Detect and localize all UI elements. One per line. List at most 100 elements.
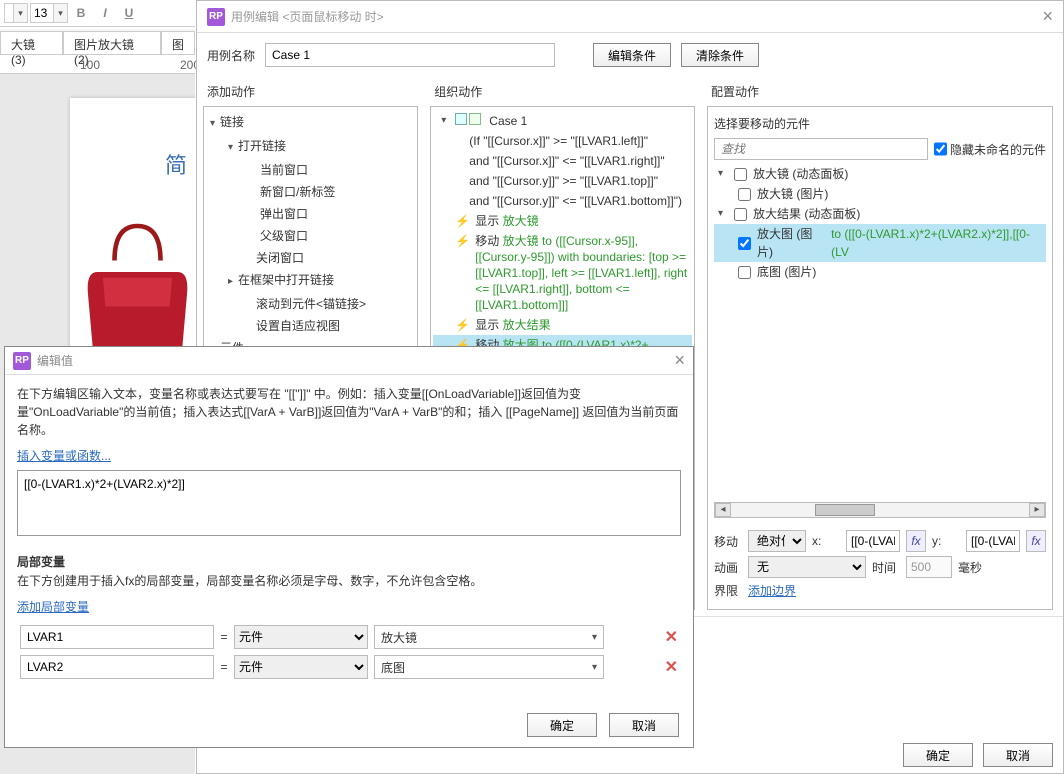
widget-tree-leaf-selected[interactable]: 放大图 (图片) to ([[0-(LVAR1.x)*2+(LVAR2.x)*2…	[714, 224, 1046, 262]
tree-leaf[interactable]: 滚动到元件<锚链接>	[206, 293, 415, 315]
widget-check[interactable]	[734, 168, 747, 181]
organize-actions-header: 组织动作	[424, 77, 701, 106]
italic-icon[interactable]: I	[94, 2, 116, 24]
edit-condition-button[interactable]: 编辑条件	[593, 43, 671, 67]
tree-leaf[interactable]: 父级窗口	[206, 225, 415, 247]
duration-unit: 毫秒	[958, 559, 982, 576]
action-row[interactable]: ⚡ 显示 放大结果	[433, 315, 692, 335]
close-icon[interactable]: ×	[674, 350, 685, 371]
add-actions-header: 添加动作	[197, 77, 424, 106]
ruler: 100 200	[0, 56, 195, 74]
expression-textarea[interactable]: [[0-(LVAR1.x)*2+(LVAR2.x)*2]]	[17, 470, 681, 536]
tree-leaf[interactable]: 新窗口/新标签	[206, 181, 415, 203]
chevron-down-icon[interactable]: ▾	[441, 113, 451, 129]
tree-node-links[interactable]: ▾链接	[206, 111, 415, 135]
ok-button[interactable]: 确定	[903, 743, 973, 767]
widget-check[interactable]	[734, 208, 747, 221]
tree-leaf[interactable]: 弹出窗口	[206, 203, 415, 225]
fx-button-y[interactable]: fx	[1026, 530, 1046, 552]
widget-check[interactable]	[738, 237, 751, 250]
equals-sign: =	[217, 625, 231, 649]
fontsize-combo[interactable]: ▾	[30, 3, 68, 23]
clear-condition-button[interactable]: 清除条件	[681, 43, 759, 67]
chevron-right-icon[interactable]: ▸	[228, 273, 238, 291]
chevron-down-icon: ▾	[592, 632, 597, 643]
ok-button[interactable]: 确定	[527, 713, 597, 737]
chevron-down-icon[interactable]: ▾	[718, 165, 728, 183]
tree-node-open-link[interactable]: ▾打开链接	[206, 135, 415, 159]
hide-unnamed-checkbox-box[interactable]	[934, 138, 947, 160]
y-label: y:	[932, 534, 960, 548]
add-local-var-link[interactable]: 添加局部变量	[17, 600, 89, 614]
tree-leaf[interactable]: 关闭窗口	[206, 247, 415, 269]
font-combo[interactable]: ▾	[4, 3, 28, 23]
edit-value-dialog: RP 编辑值 × 在下方编辑区输入文本，变量名称或表达式要写在 "[["]]" …	[4, 346, 694, 748]
case-row[interactable]: ▾ Case 1	[433, 111, 692, 131]
widget-check[interactable]	[738, 188, 751, 201]
page-tabs: 大镜 (3) 图片放大镜 (2) 图	[0, 29, 195, 55]
scroll-thumb[interactable]	[815, 504, 875, 516]
tree-node-open-in-frame[interactable]: ▸在框架中打开链接	[206, 269, 415, 293]
delete-icon[interactable]: ✕	[662, 655, 681, 679]
tab[interactable]: 大镜 (3)	[0, 31, 63, 54]
widget-tree-node[interactable]: ▾放大结果 (动态面板)	[714, 204, 1046, 224]
cancel-button[interactable]: 取消	[983, 743, 1053, 767]
widget-tree-leaf[interactable]: 放大镜 (图片)	[714, 184, 1046, 204]
chevron-down-icon[interactable]: ▾	[54, 3, 68, 23]
chevron-down-icon[interactable]: ▾	[718, 205, 728, 223]
add-bounds-link[interactable]: 添加边界	[748, 582, 796, 599]
hide-unnamed-checkbox[interactable]: 隐藏未命名的元件	[934, 138, 1046, 160]
close-icon[interactable]: ×	[1042, 6, 1053, 27]
delete-icon[interactable]: ✕	[662, 625, 681, 649]
bounds-label: 界限	[714, 582, 742, 599]
action-row[interactable]: ⚡ 显示 放大镜	[433, 211, 692, 231]
chevron-down-icon[interactable]: ▾	[228, 139, 238, 157]
condition-row[interactable]: and "[[Cursor.y]]" >= "[[LVAR1.top]]"	[433, 171, 692, 191]
scroll-left-icon[interactable]: ◂	[715, 503, 731, 517]
lvar-target-picker[interactable]: 底图▾	[374, 655, 604, 679]
underline-icon[interactable]: U	[118, 2, 140, 24]
condition-row[interactable]: and "[[Cursor.x]]" <= "[[LVAR1.right]]"	[433, 151, 692, 171]
dialog-title: 编辑值	[37, 352, 73, 369]
fx-button-x[interactable]: fx	[906, 530, 926, 552]
lightning-icon: ⚡	[455, 233, 471, 249]
chevron-down-icon[interactable]: ▾	[14, 3, 28, 23]
y-input[interactable]	[966, 530, 1020, 552]
chevron-down-icon[interactable]: ▾	[210, 115, 220, 133]
tree-leaf[interactable]: 设置自适应视图	[206, 315, 415, 337]
widget-check[interactable]	[738, 266, 751, 279]
condition-row[interactable]: and "[[Cursor.y]]" <= "[[LVAR1.bottom]]"…	[433, 191, 692, 211]
local-var-row: = 元件 底图▾ ✕	[17, 655, 681, 679]
lightning-icon: ⚡	[455, 317, 471, 333]
tab[interactable]: 图片放大镜 (2)	[63, 31, 161, 54]
move-label: 移动	[714, 533, 742, 550]
horizontal-scrollbar[interactable]: ◂ ▸	[714, 502, 1046, 518]
app-icon: RP	[207, 8, 225, 26]
bold-icon[interactable]: B	[70, 2, 92, 24]
tree-leaf[interactable]: 当前窗口	[206, 159, 415, 181]
case-name-label: 用例名称	[207, 47, 255, 64]
cancel-button[interactable]: 取消	[609, 713, 679, 737]
fontsize-field[interactable]	[30, 3, 54, 23]
move-mode-select[interactable]: 绝对位	[748, 530, 806, 552]
anim-select[interactable]: 无	[748, 556, 866, 578]
lvar-name-input[interactable]	[20, 655, 214, 679]
description-text: 在下方编辑区输入文本，变量名称或表达式要写在 "[["]]" 中。例如：插入变量…	[17, 385, 681, 439]
lvar-name-input[interactable]	[20, 625, 214, 649]
x-input[interactable]	[846, 530, 900, 552]
widget-tree-node[interactable]: ▾放大镜 (动态面板)	[714, 164, 1046, 184]
lvar-type-select[interactable]: 元件	[234, 655, 368, 679]
widget-search-input[interactable]	[714, 138, 928, 160]
app-icon: RP	[13, 352, 31, 370]
font-field[interactable]	[4, 3, 14, 23]
condition-row[interactable]: (If "[[Cursor.x]]" >= "[[LVAR1.left]]"	[433, 131, 692, 151]
lvar-type-select[interactable]: 元件	[234, 625, 368, 649]
widget-tree-leaf[interactable]: 底图 (图片)	[714, 262, 1046, 282]
case-name-input[interactable]	[265, 43, 555, 67]
scroll-right-icon[interactable]: ▸	[1029, 503, 1045, 517]
action-row[interactable]: ⚡ 移动 放大镜 to ([[Cursor.x-95]], [[Cursor.y…	[433, 231, 692, 315]
insert-variable-link[interactable]: 插入变量或函数...	[17, 449, 111, 463]
lvar-target-picker[interactable]: 放大镜▾	[374, 625, 604, 649]
duration-input	[906, 556, 952, 578]
tab[interactable]: 图	[161, 31, 195, 54]
